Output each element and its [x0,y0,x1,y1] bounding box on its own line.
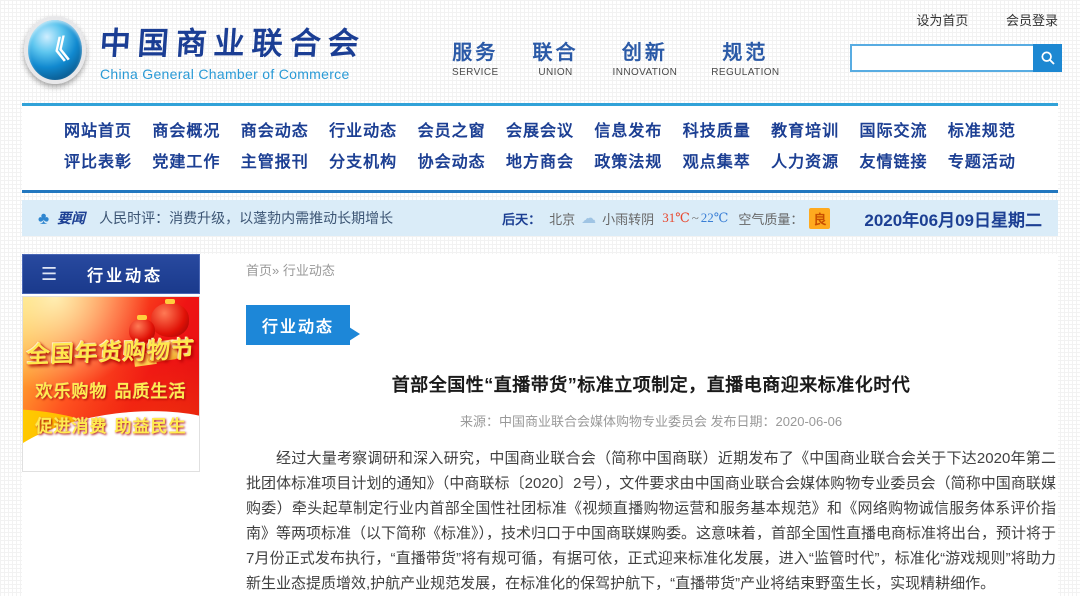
nav-member-window[interactable]: 会员之窗 [418,116,486,147]
article-body: 经过大量考察调研和深入研究，中国商业联合会（简称中国商联）近期发布了《中国商业联… [246,446,1056,596]
nav-industry-news[interactable]: 行业动态 [329,116,397,147]
ticker-label: 要闻 [57,208,85,228]
current-date: 2020年06月09日星期二 [864,206,1042,231]
slogan-innovation[interactable]: 创新 INNOVATION [613,36,678,78]
nav-local-chambers[interactable]: 地方商会 [506,147,574,178]
article-source-line: 来源：中国商业联合会媒体购物专业委员会 发布日期：2020-06-06 [246,411,1056,430]
nav-chamber-news[interactable]: 商会动态 [241,116,309,147]
aqi-label: 空气质量： [738,209,803,228]
weather-temp-high: 31℃ [662,210,690,226]
nav-links[interactable]: 友情链接 [860,147,928,178]
weather-temp-separator: ~ [692,210,699,226]
weather-temp-low: 22℃ [701,210,729,226]
nav-special-topics[interactable]: 专题活动 [948,147,1016,178]
nav-policies[interactable]: 政策法规 [594,147,662,178]
search-input[interactable] [850,44,1033,72]
weather-condition: 小雨转阴 [602,209,654,228]
logo-text: 中国商业联合会 China General Chamber of Commerc… [100,18,366,82]
slogan-service[interactable]: 服务 SERVICE [452,36,499,78]
header-slogan-nav: 服务 SERVICE 联合 UNION 创新 INNOVATION 规范 REG… [452,36,814,78]
nav-tech-quality[interactable]: 科技质量 [683,116,751,147]
search-icon [1040,50,1056,66]
article-title: 首部全国性“直播带货”标准立项制定，直播电商迎来标准化时代 [246,371,1056,397]
nav-chamber-overview[interactable]: 商会概况 [152,116,220,147]
banner-title: 全国年货购物节 [22,330,200,370]
nav-association-news[interactable]: 协会动态 [418,147,486,178]
weather-day-label: 后天： [502,209,541,228]
article-column: 首页» 行业动态 行业动态 首部全国性“直播带货”标准立项制定，直播电商迎来标准… [246,254,1058,596]
weather-cloud-icon: ☁ [581,209,596,228]
nav-row-2: 评比表彰 党建工作 主管报刊 分支机构 协会动态 地方商会 政策法规 观点集萃 … [64,147,1016,178]
nav-home[interactable]: 网站首页 [64,116,132,147]
hamburger-menu-icon: ☰ [41,265,57,283]
nav-standards[interactable]: 标准规范 [948,116,1016,147]
promo-banner-shopping-festival[interactable]: 全国年货购物节 欢乐购物 品质生活 促进消费 助益民生 [22,296,200,472]
sidebar-header-label: 行业动态 [87,262,163,286]
news-clover-icon: ♣ [38,210,49,227]
sidebar-header-industry-news[interactable]: ☰ 行业动态 [22,254,200,294]
aqi-badge: 良 [809,208,830,229]
nav-education[interactable]: 教育培训 [771,116,839,147]
header: 《 中国商业联合会 China General Chamber of Comme… [0,0,1080,103]
nav-hr[interactable]: 人力资源 [771,147,839,178]
nav-party-building[interactable]: 党建工作 [152,147,220,178]
weather-city: 北京 [549,209,575,228]
slogan-regulation[interactable]: 规范 REGULATION [711,36,779,78]
site-subtitle: China General Chamber of Commerce [100,66,366,82]
banner-slogan-2: 促进消费 助益民生 [23,412,199,437]
nav-viewpoints[interactable]: 观点集萃 [683,147,751,178]
tab-industry-news[interactable]: 行业动态 [246,305,350,345]
breadcrumb: 首页» 行业动态 [246,254,1056,279]
weather-widget: 后天： 北京 ☁ 小雨转阴 31℃ ~ 22℃ 空气质量： 良 [502,208,830,229]
breadcrumb-current: 行业动态 [283,263,335,278]
news-ticker-bar: ♣ 要闻 人民时评：消费升级，以蓬勃内需推动长期增长 后天： 北京 ☁ 小雨转阴… [22,200,1058,236]
nav-awards[interactable]: 评比表彰 [64,147,132,178]
nav-publications[interactable]: 主管报刊 [241,147,309,178]
breadcrumb-home-link[interactable]: 首页» [246,263,279,278]
logo-icon: 《 [24,16,86,84]
nav-info-release[interactable]: 信息发布 [594,116,662,147]
sidebar: ☰ 行业动态 全国年货购物节 欢乐购物 品质生活 促进消费 助益民生 [22,254,200,596]
nav-row-1: 网站首页 商会概况 商会动态 行业动态 会员之窗 会展会议 信息发布 科技质量 … [64,116,1016,147]
site-logo[interactable]: 《 中国商业联合会 China General Chamber of Comme… [24,16,366,84]
nav-exhibitions[interactable]: 会展会议 [506,116,574,147]
slogan-union[interactable]: 联合 UNION [533,36,579,78]
page: 设为首页 会员登录 《 中国商业联合会 China General Chambe… [0,0,1080,564]
search-bar [850,44,1062,72]
search-button[interactable] [1033,44,1062,72]
banner-slogan-1: 欢乐购物 品质生活 [23,377,199,402]
site-title: 中国商业联合会 [98,18,367,63]
nav-international[interactable]: 国际交流 [860,116,928,147]
ticker-headline-link[interactable]: 人民时评：消费升级，以蓬勃内需推动长期增长 [99,208,393,228]
nav-branches[interactable]: 分支机构 [329,147,397,178]
main-nav: 网站首页 商会概况 商会动态 行业动态 会员之窗 会展会议 信息发布 科技质量 … [22,103,1058,193]
content-area: ☰ 行业动态 全国年货购物节 欢乐购物 品质生活 促进消费 助益民生 首页» 行… [22,254,1058,596]
